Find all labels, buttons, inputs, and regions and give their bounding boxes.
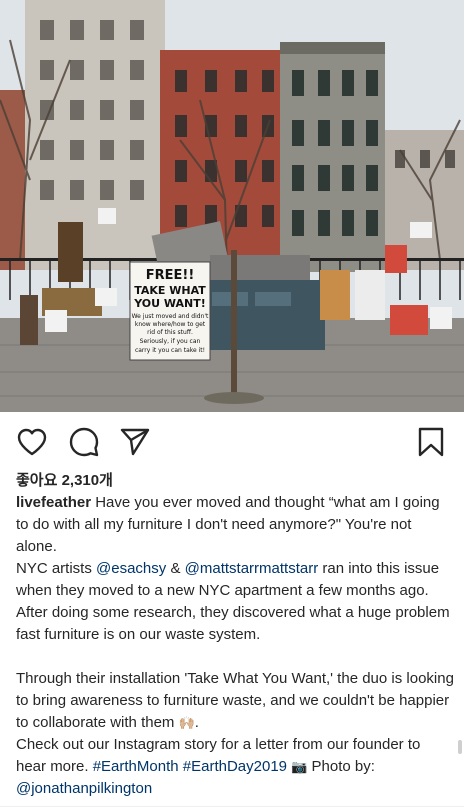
mention-link[interactable]: @esachsy	[96, 560, 166, 577]
post-photo[interactable]: FREE!! TAKE WHAT YOU WANT! We just moved…	[0, 0, 464, 412]
sign-line-7: Seriously, if you can	[140, 338, 201, 345]
divider	[0, 806, 464, 807]
speech-bubble-icon	[69, 427, 99, 457]
caption-text: &	[166, 560, 185, 577]
mention-link[interactable]: @jonathanpilkington	[16, 780, 152, 797]
caption-text: NYC artists	[16, 560, 97, 577]
post-caption: livefeather Have you ever moved and thou…	[16, 492, 454, 800]
sign-line-3: YOU WANT!	[133, 297, 206, 310]
caption-username[interactable]: livefeather	[16, 494, 91, 511]
post-photo-illustration: FREE!! TAKE WHAT YOU WANT! We just moved…	[0, 0, 464, 412]
heart-icon	[17, 428, 47, 456]
comment-button[interactable]	[68, 426, 100, 458]
sign-line-2: TAKE WHAT	[134, 284, 206, 297]
paper-plane-icon	[120, 428, 150, 456]
hashtag-link[interactable]: #EarthMonth	[93, 758, 179, 775]
sign-line-5: know where/how to get	[135, 321, 206, 328]
caption-text: .	[194, 714, 199, 731]
caption-text: Photo by:	[307, 758, 375, 775]
camera-emoji: 📷	[291, 759, 308, 774]
sign-line-8: carry it you can take it!	[135, 347, 205, 354]
caption-paragraph-3: Through their installation 'Take What Yo…	[16, 670, 454, 731]
like-button[interactable]	[16, 426, 48, 458]
scrollbar[interactable]	[458, 740, 462, 754]
mention-link[interactable]: @mattstarrmattstarr	[185, 560, 319, 577]
action-bar	[0, 412, 464, 472]
bookmark-icon	[418, 427, 444, 457]
save-button[interactable]	[415, 426, 447, 458]
sign-line-6: rid of this stuff.	[147, 329, 193, 336]
likes-count[interactable]: 좋아요 2,310개	[16, 469, 113, 490]
sign-line-1: FREE!!	[146, 268, 195, 283]
share-button[interactable]	[119, 426, 151, 458]
sign-line-4: We just moved and didn't	[132, 313, 209, 320]
raised-hands-emoji: 🙌🏼	[178, 715, 195, 730]
hashtag-link[interactable]: #EarthDay2019	[183, 758, 287, 775]
